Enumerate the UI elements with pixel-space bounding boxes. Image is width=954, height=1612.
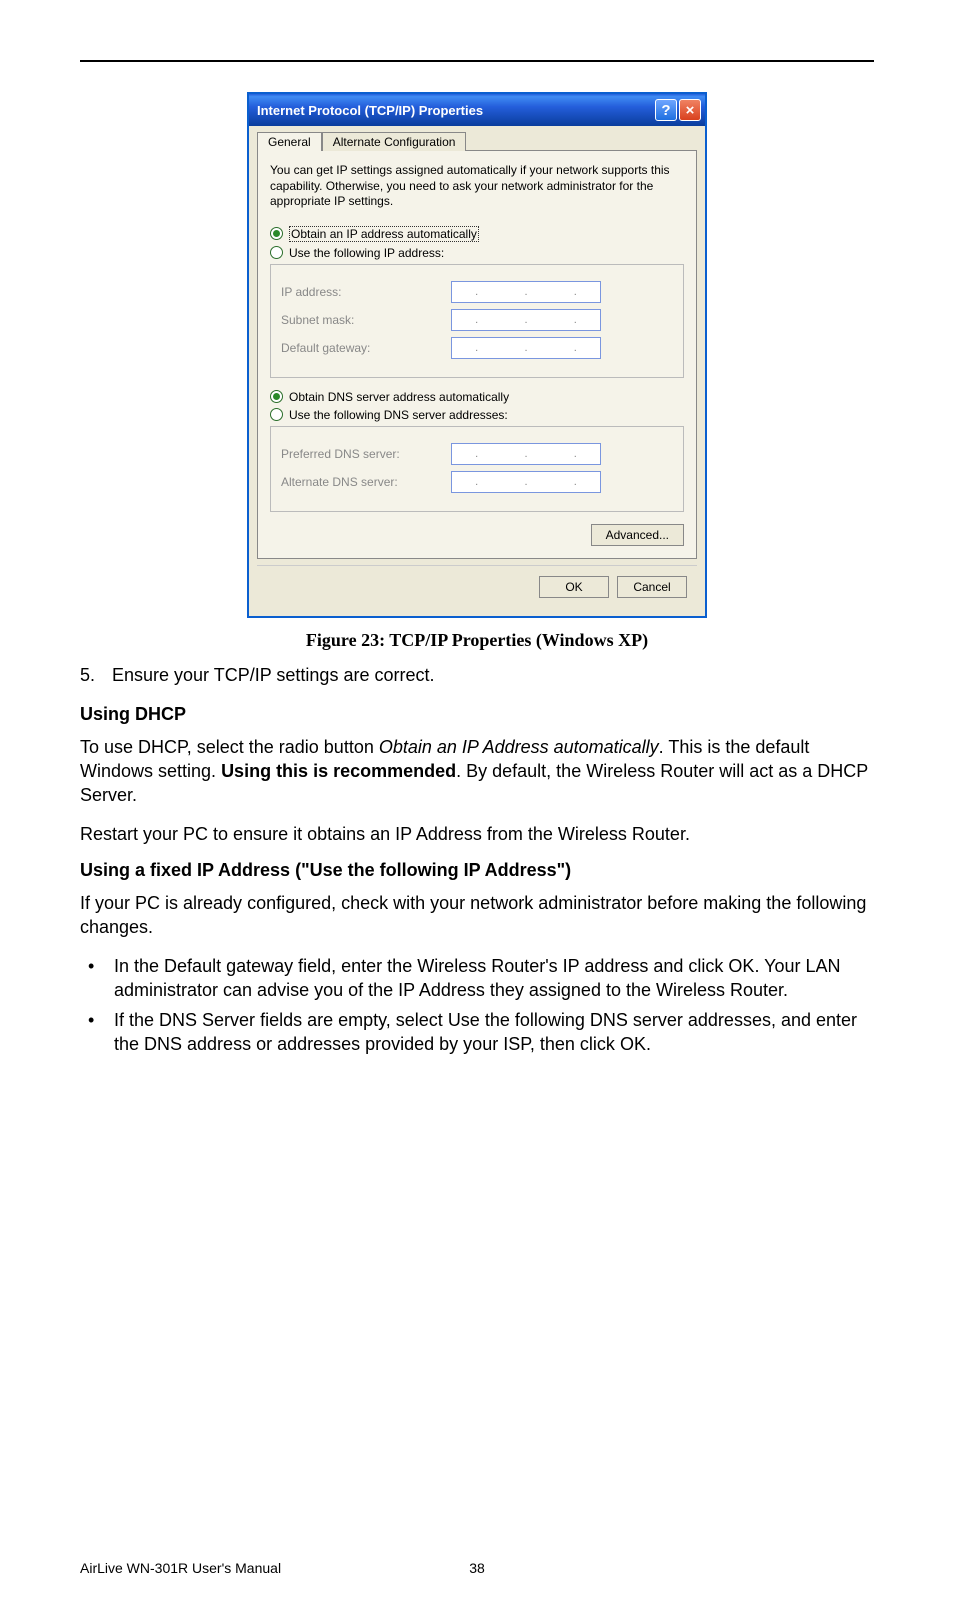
- tab-alternate-configuration[interactable]: Alternate Configuration: [322, 132, 467, 151]
- radio-icon: [270, 227, 283, 240]
- input-default-gateway[interactable]: ...: [451, 337, 601, 359]
- label-subnet-mask: Subnet mask:: [281, 313, 451, 327]
- radio-use-following-ip[interactable]: Use the following IP address:: [270, 246, 684, 260]
- dhcp-restart-paragraph: Restart your PC to ensure it obtains an …: [80, 822, 874, 846]
- ok-button[interactable]: OK: [539, 576, 609, 598]
- step-text: Ensure your TCP/IP settings are correct.: [112, 665, 434, 686]
- footer-page-number: 38: [447, 1560, 507, 1576]
- bullet-icon: [80, 954, 114, 1003]
- radio-icon: [270, 390, 283, 403]
- cancel-button[interactable]: Cancel: [617, 576, 687, 598]
- text-italic: Obtain an IP Address automatically: [379, 737, 659, 757]
- text-run: fields are empty, select: [255, 1010, 448, 1030]
- dialog-body: General Alternate Configuration You can …: [249, 126, 705, 616]
- radio-icon: [270, 408, 283, 421]
- tab-strip: General Alternate Configuration: [257, 132, 697, 151]
- tcpip-properties-dialog: Internet Protocol (TCP/IP) Properties ? …: [247, 92, 707, 618]
- radio-use-following-dns[interactable]: Use the following DNS server addresses:: [270, 408, 684, 422]
- text-run: .: [646, 1034, 651, 1054]
- document-page: Internet Protocol (TCP/IP) Properties ? …: [0, 0, 954, 1612]
- list-item-body: In the Default gateway field, enter the …: [114, 954, 874, 1003]
- advanced-button[interactable]: Advanced...: [591, 524, 684, 546]
- input-subnet-mask[interactable]: ...: [451, 309, 601, 331]
- screenshot-wrap: Internet Protocol (TCP/IP) Properties ? …: [80, 92, 874, 618]
- label-ip-address: IP address:: [281, 285, 451, 299]
- figure-caption: Figure 23: TCP/IP Properties (Windows XP…: [80, 630, 874, 651]
- heading-using-dhcp: Using DHCP: [80, 704, 874, 725]
- text-italic: OK: [620, 1034, 646, 1054]
- input-ip-address[interactable]: ...: [451, 281, 601, 303]
- text-italic: Default gateway: [164, 956, 293, 976]
- text-run: To use DHCP, select the radio button: [80, 737, 379, 757]
- label-preferred-dns: Preferred DNS server:: [281, 447, 451, 461]
- dialog-footer: OK Cancel: [257, 565, 697, 608]
- panel-description: You can get IP settings assigned automat…: [270, 163, 684, 210]
- step-5: 5. Ensure your TCP/IP settings are corre…: [80, 665, 874, 686]
- list-item-body: If the DNS Server fields are empty, sele…: [114, 1008, 874, 1057]
- input-preferred-dns[interactable]: ...: [451, 443, 601, 465]
- help-button[interactable]: ?: [655, 99, 677, 121]
- text-run: field, enter the Wireless Router's IP ad…: [293, 956, 728, 976]
- heading-fixed-ip: Using a fixed IP Address ("Use the follo…: [80, 860, 874, 881]
- list-item: In the Default gateway field, enter the …: [80, 954, 874, 1003]
- radio-label: Obtain an IP address automatically: [289, 226, 479, 242]
- bullet-icon: [80, 1008, 114, 1057]
- input-alternate-dns[interactable]: ...: [451, 471, 601, 493]
- fixed-intro-paragraph: If your PC is already configured, check …: [80, 891, 874, 940]
- text-italic: Use the following DNS server addresses: [448, 1010, 771, 1030]
- dhcp-paragraph: To use DHCP, select the radio button Obt…: [80, 735, 874, 808]
- fixed-ip-bullets: In the Default gateway field, enter the …: [80, 954, 874, 1057]
- tab-general[interactable]: General: [257, 132, 322, 151]
- list-item: If the DNS Server fields are empty, sele…: [80, 1008, 874, 1057]
- text-run: If the: [114, 1010, 159, 1030]
- page-footer: AirLive WN-301R User's Manual 38: [80, 1560, 874, 1576]
- radio-label: Use the following IP address:: [289, 246, 444, 260]
- text-run: In the: [114, 956, 164, 976]
- general-panel: You can get IP settings assigned automat…: [257, 150, 697, 559]
- radio-label: Use the following DNS server addresses:: [289, 408, 508, 422]
- dialog-title: Internet Protocol (TCP/IP) Properties: [257, 103, 653, 118]
- text-bold: Using this is recommended: [221, 761, 456, 781]
- close-button[interactable]: ×: [679, 99, 701, 121]
- radio-obtain-dns-auto[interactable]: Obtain DNS server address automatically: [270, 390, 684, 404]
- dns-fieldset: Preferred DNS server: ... Alternate DNS …: [270, 426, 684, 512]
- text-italic: DNS Server: [159, 1010, 255, 1030]
- text-italic: OK: [728, 956, 754, 976]
- ip-fieldset: IP address: ... Subnet mask: ... Default…: [270, 264, 684, 378]
- label-default-gateway: Default gateway:: [281, 341, 451, 355]
- footer-manual-name: AirLive WN-301R User's Manual: [80, 1560, 447, 1576]
- label-alternate-dns: Alternate DNS server:: [281, 475, 451, 489]
- radio-obtain-ip-auto[interactable]: Obtain an IP address automatically: [270, 226, 684, 242]
- radio-icon: [270, 246, 283, 259]
- radio-label: Obtain DNS server address automatically: [289, 390, 509, 404]
- header-rule: [80, 60, 874, 62]
- dialog-title-bar: Internet Protocol (TCP/IP) Properties ? …: [249, 94, 705, 126]
- step-number: 5.: [80, 665, 112, 686]
